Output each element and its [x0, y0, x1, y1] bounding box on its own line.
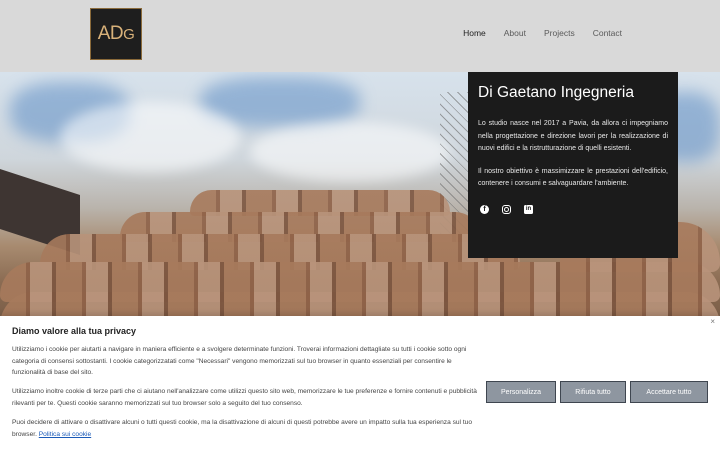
hero-section: Di Gaetano Ingegneria Lo studio nasce ne…	[0, 72, 720, 320]
main-nav: Home About Projects Contact	[463, 28, 622, 38]
cookie-policy-link[interactable]: Politica sui cookie	[39, 431, 91, 438]
accept-all-button[interactable]: Accettare tutto	[630, 381, 708, 403]
cookie-title: Diamo valore alla tua privacy	[12, 326, 137, 336]
nav-home[interactable]: Home	[463, 28, 486, 38]
cookie-paragraph-3: Puoi decidere di attivare o disattivare …	[12, 419, 472, 438]
customize-button[interactable]: Personalizza	[486, 381, 556, 403]
logo-text: ADG	[97, 23, 135, 44]
cookie-paragraph-2: Utilizziamo inoltre cookie di terze part…	[12, 388, 477, 407]
reject-all-button[interactable]: Rifiuta tutto	[560, 381, 626, 403]
site-logo[interactable]: ADG	[90, 8, 142, 60]
facebook-icon[interactable]: f	[480, 204, 489, 214]
close-icon[interactable]: ×	[710, 317, 715, 326]
intro-paragraph-2: Il nostro obiettivo è massimizzare le pr…	[478, 167, 668, 188]
nav-projects[interactable]: Projects	[544, 28, 575, 38]
nav-contact[interactable]: Contact	[593, 28, 622, 38]
intro-card: Di Gaetano Ingegneria Lo studio nasce ne…	[468, 72, 678, 258]
instagram-icon[interactable]	[502, 204, 511, 214]
nav-about[interactable]: About	[504, 28, 526, 38]
cookie-paragraph-1: Utilizziamo i cookie per aiutarti a navi…	[12, 346, 467, 376]
site-header: ADG Home About Projects Contact	[0, 0, 720, 72]
linkedin-icon[interactable]: in	[524, 204, 533, 214]
cookie-banner: × Diamo valore alla tua privacy Utilizzi…	[0, 316, 720, 450]
social-links: f in	[478, 204, 668, 214]
hero-title: Di Gaetano Ingegneria	[478, 84, 634, 101]
intro-paragraph-1: Lo studio nasce nel 2017 a Pavia, da all…	[478, 120, 668, 152]
